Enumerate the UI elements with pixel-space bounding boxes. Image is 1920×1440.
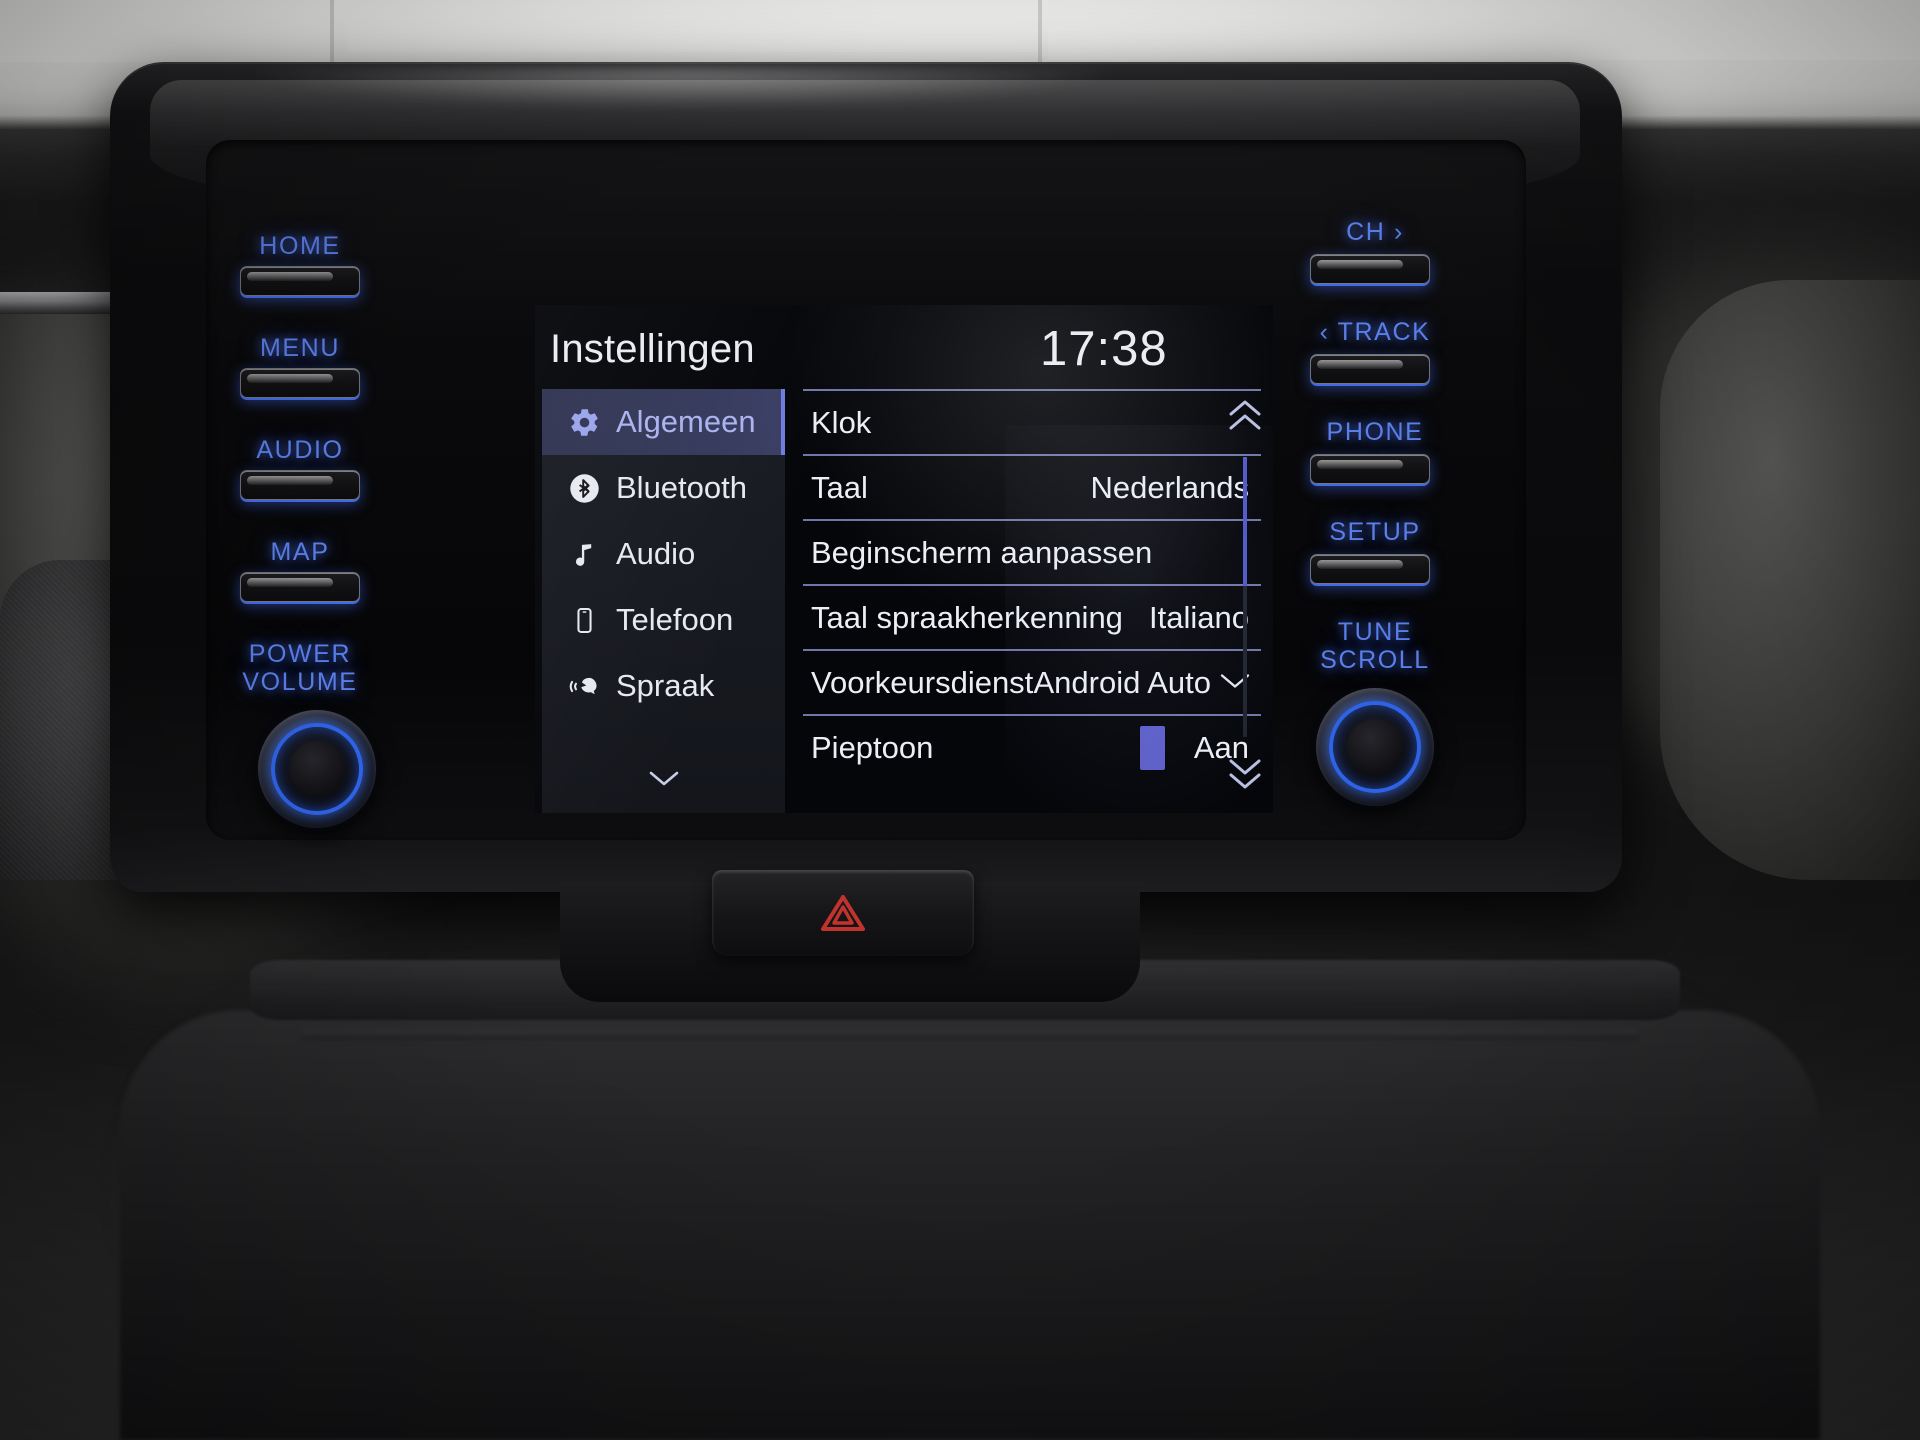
settings-row-pieptoon[interactable]: Pieptoon Aan: [803, 714, 1261, 779]
sidebar-item-bluetooth[interactable]: Bluetooth: [542, 455, 785, 521]
sidebar-item-label: Spraak: [616, 668, 715, 703]
window-seam-left: [330, 0, 334, 64]
setup-button-label: SETUP: [1329, 518, 1421, 546]
hazard-lights-button[interactable]: [712, 870, 974, 956]
settings-row-voorkeursdienst[interactable]: Voorkeursdienst Android Auto: [803, 649, 1261, 714]
row-label: Taal spraakherkenning: [811, 599, 1123, 635]
clock-display: 17:38: [1040, 322, 1168, 376]
scrollbar-track[interactable]: [1243, 457, 1247, 737]
sidebar-item-label: Audio: [616, 536, 696, 571]
audio-hard-button[interactable]: [240, 470, 360, 500]
row-label: Voorkeursdienst: [811, 664, 1034, 700]
windshield-pane-left: [0, 0, 330, 62]
sidebar-item-telefoon[interactable]: Telefoon: [542, 587, 785, 653]
channel-button-label: CH ›: [1346, 218, 1404, 246]
double-chevron-up-icon[interactable]: [1226, 397, 1264, 442]
settings-row-taal[interactable]: Taal Nederlands: [803, 454, 1261, 519]
windshield-pane-middle: [348, 0, 1038, 52]
settings-list: Klok Taal Nederlands Beginscherm aanpass…: [793, 389, 1273, 813]
tune-scroll-label-line2: SCROLL: [1320, 646, 1430, 674]
row-label: Taal: [811, 469, 868, 505]
gear-icon: [564, 406, 604, 439]
settings-row-beginscherm-aanpassen[interactable]: Beginscherm aanpassen: [803, 519, 1261, 584]
list-scrollbar[interactable]: [1219, 397, 1271, 803]
settings-sidebar: Algemeen Bluetooth Audio Telefoon Spraak: [542, 389, 785, 813]
sidebar-scroll-more-button[interactable]: [542, 765, 785, 791]
infotainment-screen[interactable]: Instellingen 17:38 Algemeen Bluetooth Au…: [535, 305, 1273, 813]
track-back-hard-button[interactable]: [1310, 354, 1430, 384]
bluetooth-icon: [564, 473, 604, 504]
chevron-down-icon: [649, 771, 678, 786]
channel-up-hard-button[interactable]: [1310, 254, 1430, 284]
settings-row-klok[interactable]: Klok: [803, 389, 1261, 454]
screen-header: Instellingen 17:38: [535, 305, 1273, 387]
home-hard-button[interactable]: [240, 266, 360, 296]
center-console-lower: [120, 1010, 1820, 1440]
row-value: Android Auto: [1033, 664, 1211, 700]
voice-speech-icon: [564, 671, 604, 702]
page-title: Instellingen: [550, 327, 755, 371]
power-volume-knob[interactable]: [258, 710, 376, 828]
pieptoon-toggle-indicator[interactable]: [1140, 725, 1165, 770]
window-seam-right: [1038, 0, 1042, 64]
phone-button-label: PHONE: [1326, 418, 1424, 446]
setup-hard-button[interactable]: [1310, 554, 1430, 584]
power-volume-label-line1: POWER: [248, 640, 352, 668]
settings-row-taal-spraakherkenning[interactable]: Taal spraakherkenning Italiano: [803, 584, 1261, 649]
track-button-label: ‹ TRACK: [1319, 318, 1431, 346]
console-vent-line: [300, 1030, 1640, 1040]
dashboard-panel-right: [1660, 280, 1920, 880]
menu-button-label: MENU: [259, 334, 340, 362]
home-button-label: HOME: [259, 232, 341, 260]
tune-scroll-label-line1: TUNE: [1337, 618, 1413, 646]
sidebar-item-algemeen[interactable]: Algemeen: [542, 389, 785, 455]
hazard-triangle-icon: [821, 895, 865, 931]
row-label: Klok: [811, 404, 872, 440]
power-volume-label-line2: VOLUME: [242, 668, 358, 696]
scrollbar-thumb[interactable]: [1243, 457, 1247, 586]
music-note-icon: [564, 539, 604, 570]
audio-button-label: AUDIO: [256, 436, 344, 464]
double-chevron-down-icon[interactable]: [1226, 752, 1264, 797]
windshield-pane-right: [1048, 0, 1920, 60]
sidebar-item-label: Bluetooth: [616, 470, 747, 505]
sidebar-item-spraak[interactable]: Spraak: [542, 653, 785, 719]
row-label: Beginscherm aanpassen: [811, 534, 1153, 570]
smartphone-icon: [564, 606, 604, 635]
tune-scroll-knob[interactable]: [1316, 688, 1434, 806]
sidebar-item-label: Algemeen: [616, 404, 756, 439]
phone-hard-button[interactable]: [1310, 454, 1430, 484]
chrome-trim-strip: [0, 292, 120, 314]
sidebar-item-label: Telefoon: [616, 602, 734, 637]
sidebar-item-audio[interactable]: Audio: [542, 521, 785, 587]
row-label: Pieptoon: [811, 729, 934, 765]
map-hard-button[interactable]: [240, 572, 360, 602]
head-unit-bezel: HOME MENU AUDIO MAP POWER VOLUME CH › ‹ …: [110, 62, 1622, 892]
menu-hard-button[interactable]: [240, 368, 360, 398]
map-button-label: MAP: [270, 538, 330, 566]
bezel-specular-highlight: [230, 68, 1130, 108]
